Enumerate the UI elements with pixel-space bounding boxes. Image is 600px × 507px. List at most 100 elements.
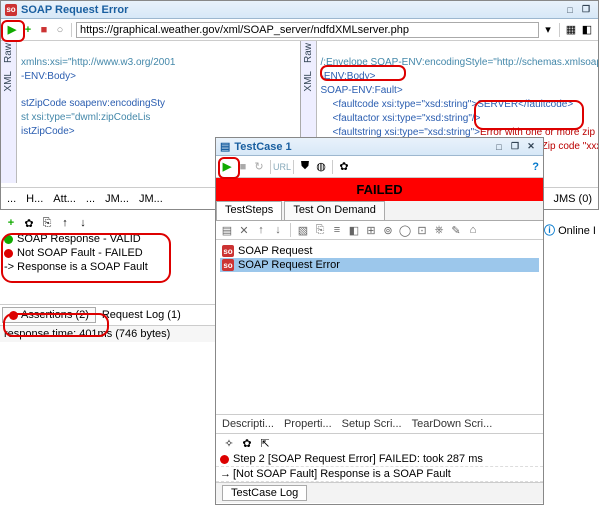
ts-icon-1[interactable]: ▤ xyxy=(220,223,234,237)
footer-tab[interactable]: JM... xyxy=(139,193,163,205)
ts-icon-12[interactable]: ⊡ xyxy=(415,223,429,237)
online-label: Online I xyxy=(558,225,596,237)
ts-icon-10[interactable]: ⊚ xyxy=(381,223,395,237)
tab-testondemand[interactable]: Test On Demand xyxy=(284,201,385,220)
maximize-icon[interactable]: □ xyxy=(562,3,578,17)
tab-teststeps[interactable]: TestSteps xyxy=(216,201,282,220)
tool-1-icon[interactable]: ▦ xyxy=(564,23,578,37)
log-export-icon[interactable]: ⇱ xyxy=(258,436,272,450)
run-status-bar: FAILED xyxy=(216,178,543,201)
teststeps-list[interactable]: soSOAP Request soSOAP Request Error xyxy=(216,240,543,414)
tool-2-icon[interactable]: ◧ xyxy=(580,23,594,37)
online-help-link[interactable]: ⓘ Online I xyxy=(544,222,596,238)
main-window-title: so SOAP Request Error □ ❐ xyxy=(1,1,598,19)
ts-icon-5[interactable]: ▧ xyxy=(296,223,310,237)
assertion-row-valid[interactable]: SOAP Response - VALID xyxy=(0,232,240,246)
testcase-toolbar: ▶ ■ ↻ URL ⛊ ◍ ✿ ? xyxy=(216,156,543,178)
ts-icon-14[interactable]: ✎ xyxy=(449,223,463,237)
status-dot-green xyxy=(4,235,13,244)
testcase-log-tab[interactable]: TestCase Log xyxy=(222,485,307,501)
stop-testcase-icon[interactable]: ■ xyxy=(236,160,250,174)
raw-tab-label[interactable]: Raw xyxy=(303,43,314,63)
ts-icon-8[interactable]: ◧ xyxy=(347,223,361,237)
xml-line: SOAP-ENV:Fault> xyxy=(321,85,403,96)
info-icon: ⓘ xyxy=(544,225,555,237)
run-testcase-icon[interactable]: ▶ xyxy=(220,160,234,174)
url-icon[interactable]: URL xyxy=(275,160,289,174)
assertion-detail: -> Response is a SOAP Fault xyxy=(0,260,240,274)
dropdown-icon[interactable]: ▾ xyxy=(541,23,555,37)
ts-icon-15[interactable]: ⌂ xyxy=(466,223,480,237)
footer-tab[interactable]: H... xyxy=(26,193,43,205)
settings-icon[interactable]: ✿ xyxy=(337,160,351,174)
log-text: Step 2 [SOAP Request Error] FAILED: took… xyxy=(233,453,483,465)
tab-teardown[interactable]: TearDown Scri... xyxy=(412,418,493,430)
maximize-icon[interactable]: □ xyxy=(491,140,507,154)
down-icon[interactable]: ↓ xyxy=(76,216,90,230)
status-dot-red xyxy=(4,249,13,258)
assertions-tab-label: Assertions (2) xyxy=(21,309,89,321)
assertion-label: Not SOAP Fault - FAILED xyxy=(17,247,143,259)
xml-line: <faultcode xsi:type="xsd:string">SERVER<… xyxy=(333,99,574,110)
raw-tab-label[interactable]: Raw xyxy=(3,43,14,63)
add-assertion-icon[interactable]: + xyxy=(4,216,18,230)
log-row-failed[interactable]: Step 2 [SOAP Request Error] FAILED: took… xyxy=(216,452,543,467)
footer-right[interactable]: JMS (0) xyxy=(554,193,593,205)
xml-line: <faultactor xsi:type="xsd:string"/> xyxy=(333,113,481,124)
testcase-bottom-tabs: Descripti... Properti... Setup Scri... T… xyxy=(216,414,543,433)
ts-icon-9[interactable]: ⊞ xyxy=(364,223,378,237)
teststep-item[interactable]: soSOAP Request xyxy=(220,244,539,258)
ts-icon-11[interactable]: ◯ xyxy=(398,223,412,237)
shield-icon[interactable]: ◍ xyxy=(314,160,328,174)
xml-tab-label[interactable]: XML xyxy=(303,71,314,92)
log-row-detail[interactable]: →[Not SOAP Fault] Response is a SOAP Fau… xyxy=(216,467,543,482)
footer-tab[interactable]: ... xyxy=(86,193,95,205)
url-field[interactable]: https://graphical.weather.gov/xml/SOAP_s… xyxy=(76,22,539,38)
footer-tab[interactable]: Att... xyxy=(53,193,76,205)
xml-line: -ENV:Body> xyxy=(321,71,376,82)
status-bar: response time: 401ms (746 bytes) xyxy=(0,325,240,342)
footer-tab[interactable]: JM... xyxy=(105,193,129,205)
testcase-title: TestCase 1 xyxy=(234,141,291,153)
tab-properties[interactable]: Properti... xyxy=(284,418,332,430)
ts-down-icon[interactable]: ↓ xyxy=(271,223,285,237)
tab-description[interactable]: Descripti... xyxy=(222,418,274,430)
soap-icon: so xyxy=(222,245,234,257)
assertion-label: SOAP Response - VALID xyxy=(17,233,141,245)
xml-line: st xsi:type="dwml:zipCodeLis xyxy=(21,112,150,123)
tab-setup[interactable]: Setup Scri... xyxy=(342,418,402,430)
assertions-tab[interactable]: Assertions (2) xyxy=(2,307,96,323)
keystore-icon[interactable]: ⛊ xyxy=(298,160,312,174)
teststep-item-selected[interactable]: soSOAP Request Error xyxy=(220,258,539,272)
ts-icon-7[interactable]: ≡ xyxy=(330,223,344,237)
ts-icon-13[interactable]: ⎈ xyxy=(432,223,446,237)
up-icon[interactable]: ↑ xyxy=(58,216,72,230)
ts-up-icon[interactable]: ↑ xyxy=(254,223,268,237)
xml-line: xmlns:xsi="http://www.w3.org/2001 xyxy=(21,57,175,68)
xml-line: /:Envelope SOAP-ENV:encodingStyle="http:… xyxy=(321,57,599,68)
restore-icon[interactable]: ❐ xyxy=(507,140,523,154)
stop-icon[interactable]: ■ xyxy=(37,23,51,37)
assertion-row-failed[interactable]: Not SOAP Fault - FAILED xyxy=(0,246,240,260)
loop-icon[interactable]: ↻ xyxy=(252,160,266,174)
xml-tab-label[interactable]: XML xyxy=(3,71,14,92)
assertion-detail-text: -> Response is a SOAP Fault xyxy=(4,261,148,273)
ts-icon-6[interactable]: ⎘ xyxy=(313,223,327,237)
soap-icon: so xyxy=(222,259,234,271)
restore-icon[interactable]: ❐ xyxy=(578,3,594,17)
help-icon[interactable]: ? xyxy=(532,161,539,173)
add-icon[interactable]: + xyxy=(21,23,35,37)
close-icon[interactable]: ✕ xyxy=(523,140,539,154)
request-log-tab[interactable]: Request Log (1) xyxy=(96,308,187,322)
gear-icon[interactable]: ✿ xyxy=(22,216,36,230)
run-icon[interactable]: ▶ xyxy=(5,23,19,37)
xml-line: stZipCode soapenv:encodingSty xyxy=(21,98,165,109)
ts-icon-2[interactable]: ✕ xyxy=(237,223,251,237)
log-options-icon[interactable]: ✿ xyxy=(240,436,254,450)
testcase-title-bar: ▤ TestCase 1 □ ❐ ✕ xyxy=(216,138,543,156)
request-side-tabs[interactable]: Raw XML xyxy=(1,41,17,183)
ws-icon[interactable]: ○ xyxy=(53,23,67,37)
log-clear-icon[interactable]: ✧ xyxy=(222,436,236,450)
clone-icon[interactable]: ⎘ xyxy=(40,216,54,230)
footer-tab[interactable]: ... xyxy=(7,193,16,205)
